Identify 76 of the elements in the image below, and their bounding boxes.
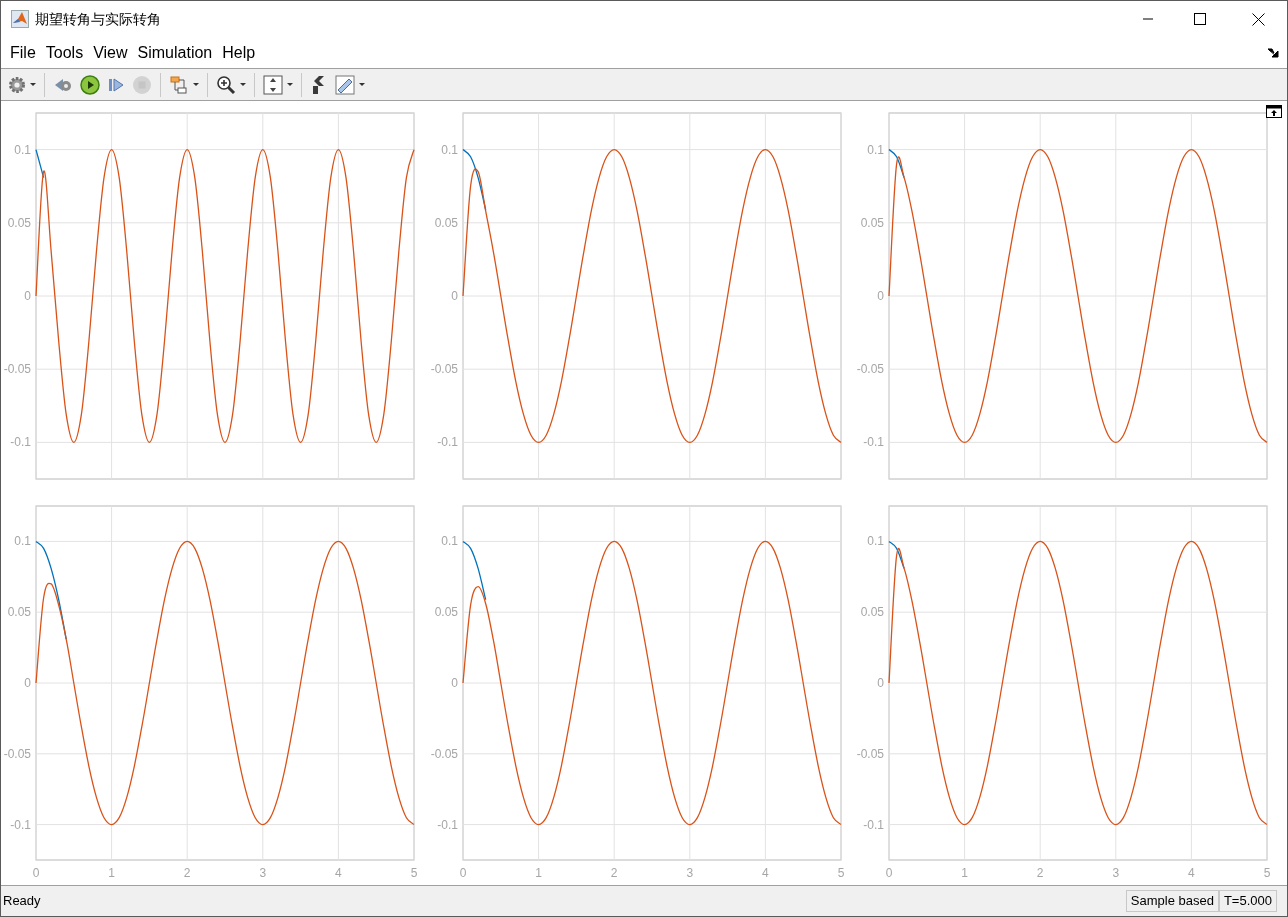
tick-label: 5 xyxy=(1263,866,1271,880)
sample-mode-field: Sample based xyxy=(1125,890,1219,912)
play-icon xyxy=(80,74,100,95)
undock-icon[interactable] xyxy=(1266,105,1282,118)
tick-label: 2 xyxy=(610,866,618,880)
tick-label: -0.05 xyxy=(3,362,31,377)
tick-label: 4 xyxy=(335,866,342,880)
tick-label: 0 xyxy=(24,676,31,690)
settings-icon xyxy=(8,75,26,94)
tick-label: 0.05 xyxy=(434,605,458,620)
dropdown-caret-icon xyxy=(193,82,199,87)
tick-label: 4 xyxy=(762,866,769,880)
tick-label: -0.05 xyxy=(430,746,458,761)
menu-item[interactable]: Help xyxy=(217,40,261,65)
stop-icon xyxy=(132,74,152,95)
dropdown-caret-icon xyxy=(240,82,246,87)
tick-label: 0.05 xyxy=(7,215,31,230)
tick-label: 0 xyxy=(32,866,40,880)
tick-label: -0.1 xyxy=(10,435,31,450)
menu-item[interactable]: View xyxy=(88,40,133,65)
tick-label: 0 xyxy=(877,676,884,690)
tick-label: 0.1 xyxy=(14,534,31,549)
zoom-in-icon xyxy=(216,74,236,95)
tick-label: -0.05 xyxy=(856,362,884,377)
time-field: T=5.000 xyxy=(1218,890,1277,912)
tick-label: 3 xyxy=(686,866,694,880)
tick-label: 0.05 xyxy=(860,605,884,620)
dropdown-caret-icon xyxy=(287,82,293,87)
tick-label: -0.1 xyxy=(863,817,884,832)
tick-label: -0.1 xyxy=(437,435,458,450)
signal-blocks-icon xyxy=(169,74,189,95)
tick-label: 0.1 xyxy=(867,142,884,157)
tick-label: -0.1 xyxy=(437,817,458,832)
tick-label: 0.05 xyxy=(434,215,458,230)
tick-label: 2 xyxy=(183,866,191,880)
tick-label: 0.1 xyxy=(441,142,458,157)
tick-label: 5 xyxy=(837,866,845,880)
dropdown-caret-icon xyxy=(30,82,36,87)
tick-label: -0.05 xyxy=(856,746,884,761)
tick-label: 0.05 xyxy=(7,605,31,620)
tick-label: 4 xyxy=(1188,866,1195,880)
tick-label: 1 xyxy=(535,866,542,880)
app-logo-icon xyxy=(11,10,29,28)
tick-label: -0.1 xyxy=(863,435,884,450)
status-message: Ready xyxy=(3,892,41,911)
tick-label: 2 xyxy=(1036,866,1044,880)
tick-label: -0.1 xyxy=(10,817,31,832)
tick-label: 0 xyxy=(459,866,467,880)
tick-label: 0.1 xyxy=(441,534,458,549)
tick-label: 1 xyxy=(961,866,968,880)
menu-item[interactable]: Tools xyxy=(40,40,89,65)
tick-label: 0 xyxy=(885,866,893,880)
tick-label: 3 xyxy=(1112,866,1120,880)
step-forward-icon xyxy=(107,75,125,94)
menu-item[interactable]: File xyxy=(5,40,41,65)
tick-label: 0 xyxy=(877,289,884,303)
window-title: 期望转角与实际转角 xyxy=(35,9,161,29)
collapse-arrow-icon[interactable] xyxy=(1267,47,1279,58)
close-icon xyxy=(1251,12,1265,26)
tick-label: 3 xyxy=(259,866,267,880)
tick-label: 0.1 xyxy=(14,142,31,157)
dropdown-caret-icon xyxy=(359,82,365,87)
ruler-icon xyxy=(335,74,355,95)
minimize-icon xyxy=(1142,18,1154,20)
tick-label: -0.05 xyxy=(430,362,458,377)
tick-label: 0 xyxy=(451,676,458,690)
menu-item[interactable]: Simulation xyxy=(132,40,218,65)
tick-label: 0.1 xyxy=(867,534,884,549)
maximize-icon xyxy=(1194,13,1206,25)
tick-label: 0.05 xyxy=(860,215,884,230)
tick-label: 5 xyxy=(410,866,418,880)
tick-label: -0.05 xyxy=(3,746,31,761)
tick-label: 1 xyxy=(108,866,115,880)
tick-label: 0 xyxy=(24,289,31,303)
fit-view-icon xyxy=(263,74,283,95)
tick-label: 0 xyxy=(451,289,458,303)
